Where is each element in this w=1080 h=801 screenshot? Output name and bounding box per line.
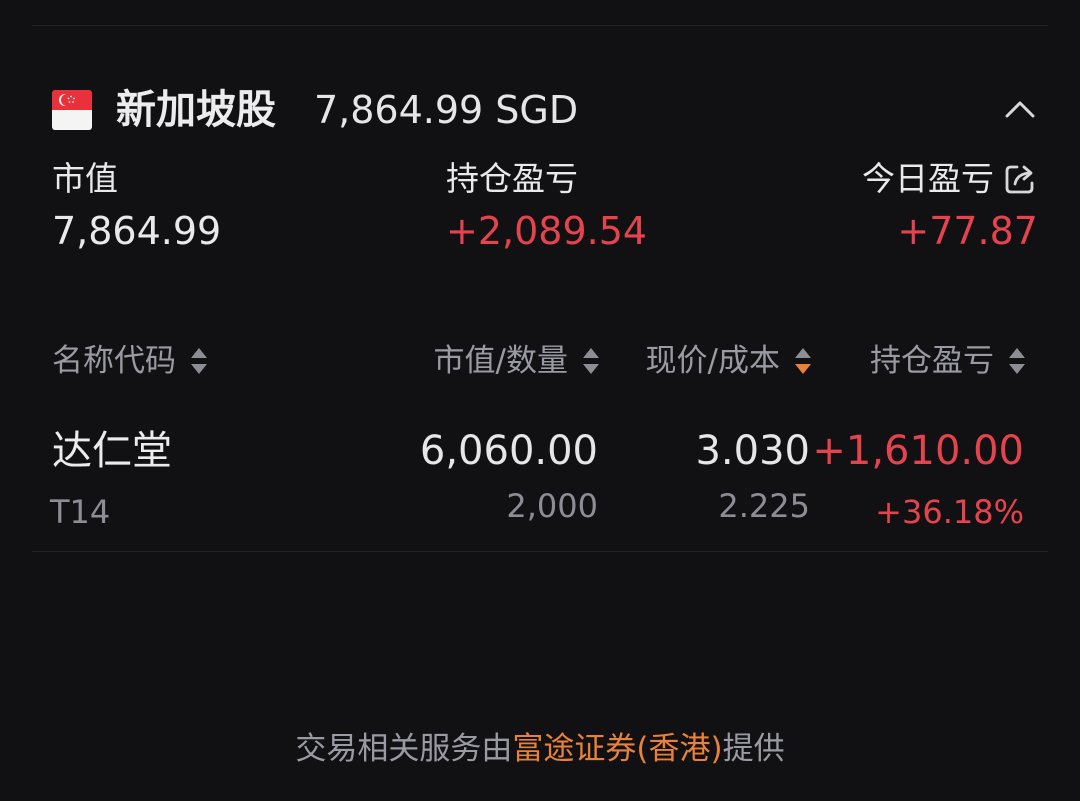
market-value: 7,864.99 xyxy=(52,209,222,253)
row-divider xyxy=(32,551,1048,552)
column-header-label: 名称代码 xyxy=(52,343,176,379)
position-pl-value: +2,089.54 xyxy=(446,209,648,253)
column-header-position-pl[interactable]: 持仓盈亏 xyxy=(870,340,1026,382)
stock-code: T14 xyxy=(50,493,111,531)
market-value-label: 市值 xyxy=(52,159,118,198)
column-header-label: 市值/数量 xyxy=(433,343,568,379)
share-icon[interactable] xyxy=(1002,161,1038,197)
footer-prefix: 交易相关服务由 xyxy=(295,731,513,767)
holding-pl-percent: +36.18% xyxy=(875,493,1024,531)
column-header-name-code[interactable]: 名称代码 xyxy=(52,340,208,382)
sort-icon xyxy=(190,345,208,377)
column-header-label: 持仓盈亏 xyxy=(870,343,994,379)
holding-quantity: 2,000 xyxy=(506,487,598,525)
footer-suffix: 提供 xyxy=(722,731,785,767)
holding-cost: 2.225 xyxy=(718,487,810,525)
column-header-price-cost[interactable]: 现价/成本 xyxy=(646,340,812,382)
holding-row[interactable]: 达仁堂 T14 6,060.00 2,000 3.030 2.225 +1,61… xyxy=(32,420,1048,550)
sort-icon xyxy=(582,345,600,377)
today-pl-label: 今日盈亏 xyxy=(862,159,994,198)
position-pl-label: 持仓盈亏 xyxy=(446,159,578,198)
sort-descending-icon xyxy=(794,345,812,377)
singapore-flag-icon xyxy=(52,90,92,130)
summary-position-pl: 持仓盈亏 +2,089.54 xyxy=(446,158,647,256)
summary-market-value: 市值 7,864.99 xyxy=(52,158,221,256)
sort-icon xyxy=(1008,345,1026,377)
today-pl-value: +77.87 xyxy=(897,209,1038,253)
market-name: 新加坡股 xyxy=(116,87,276,133)
holding-pl: +1,610.00 xyxy=(812,428,1024,474)
holding-price: 3.030 xyxy=(695,428,810,474)
chevron-up-icon[interactable] xyxy=(1000,90,1040,130)
market-total-value: 7,864.99 SGD xyxy=(314,88,579,132)
top-divider xyxy=(32,25,1048,26)
column-header-label: 现价/成本 xyxy=(645,343,780,379)
column-header-market-value-quantity[interactable]: 市值/数量 xyxy=(434,340,600,382)
market-header: 新加坡股 7,864.99 SGD xyxy=(52,84,1040,136)
footer-disclaimer: 交易相关服务由富途证券(香港)提供 xyxy=(0,728,1080,770)
holding-market-value: 6,060.00 xyxy=(419,428,598,474)
summary-today-pl: 今日盈亏 +77.87 xyxy=(862,158,1038,256)
stock-name: 达仁堂 xyxy=(52,428,172,474)
broker-link[interactable]: 富途证券(香港) xyxy=(512,731,722,767)
